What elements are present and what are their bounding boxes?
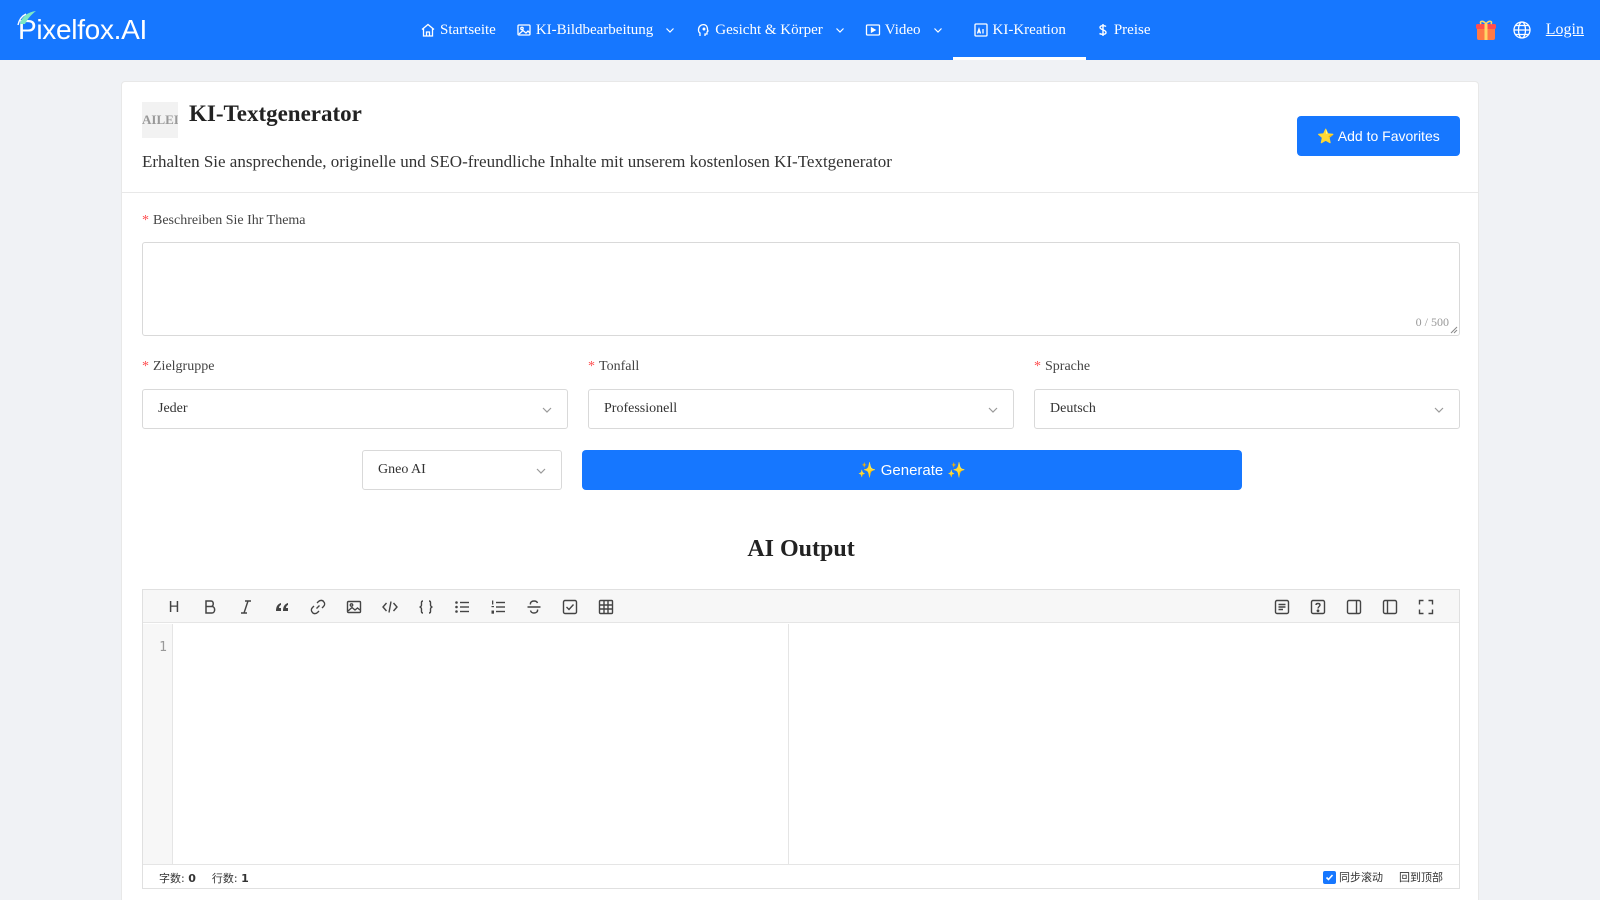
table-icon[interactable] xyxy=(597,598,615,616)
language-value: Deutsch xyxy=(1050,401,1096,416)
line-gutter: 1 xyxy=(143,624,173,864)
top-navbar: Pixelfox.AI Startseite KI-Bildbearbeitun… xyxy=(0,0,1600,60)
nav-item-startseite[interactable]: Startseite xyxy=(410,0,506,60)
fullscreen-icon[interactable] xyxy=(1417,598,1435,616)
tool-icon: AILEI xyxy=(142,102,178,138)
login-link[interactable]: Login xyxy=(1546,21,1584,39)
status-counts: 字数: 0 行数: 1 xyxy=(159,870,249,886)
strikethrough-icon[interactable] xyxy=(525,598,543,616)
topic-textarea[interactable]: 0 / 500 xyxy=(142,242,1460,336)
dollar-icon xyxy=(1098,24,1107,36)
unordered-list-icon[interactable] xyxy=(453,598,471,616)
tone-select[interactable]: Professionell xyxy=(588,389,1014,429)
audience-select[interactable]: Jeder xyxy=(142,389,568,429)
editor-only-icon[interactable] xyxy=(1273,598,1291,616)
chevron-down-icon xyxy=(666,28,675,33)
ai-creation-icon xyxy=(973,23,988,37)
main-nav: Startseite KI-Bildbearbeitung Gesicht & … xyxy=(410,0,1161,60)
chevron-down-icon xyxy=(933,28,942,33)
audience-value: Jeder xyxy=(158,401,188,416)
face-icon xyxy=(698,23,710,36)
logo[interactable]: Pixelfox.AI xyxy=(17,11,147,48)
nav-item-gesicht-koerper[interactable]: Gesicht & Körper xyxy=(685,0,854,60)
markdown-preview-pane xyxy=(790,624,1459,864)
code-icon[interactable] xyxy=(381,598,399,616)
nav-right: Login xyxy=(1474,0,1584,60)
split-view-icon[interactable] xyxy=(1381,598,1399,616)
nav-item-ki-kreation[interactable]: KI-Kreation xyxy=(952,0,1087,60)
chevron-down-icon xyxy=(835,28,844,33)
video-icon xyxy=(865,24,880,36)
link-icon[interactable] xyxy=(309,598,327,616)
page-subtitle: Erhalten Sie ansprechende, originelle un… xyxy=(142,152,892,171)
tone-label: * Tonfall xyxy=(588,359,640,374)
add-to-favorites-button[interactable]: ⭐ Add to Favorites xyxy=(1297,116,1460,156)
nav-item-preise[interactable]: Preise xyxy=(1086,0,1161,60)
output-title: AI Output xyxy=(747,536,855,562)
nav-label: Preise xyxy=(1113,21,1151,38)
language-label: * Sprache xyxy=(1034,359,1091,374)
topic-label: * Beschreiben Sie Ihr Thema xyxy=(142,213,306,228)
language-select[interactable]: Deutsch xyxy=(1034,389,1460,429)
char-counter: 0 / 500 xyxy=(1415,315,1449,329)
nav-label: KI-Bildbearbeitung xyxy=(535,21,654,38)
heading-icon[interactable]: H xyxy=(165,598,183,616)
chevron-down-icon xyxy=(1434,407,1444,413)
chevron-down-icon xyxy=(542,407,552,413)
quote-icon[interactable] xyxy=(273,598,291,616)
globe-icon[interactable] xyxy=(1512,20,1532,40)
help-icon[interactable] xyxy=(1309,598,1327,616)
markdown-editor: H 1 字数: 0 行数: 1 同步滚动 回到顶部 xyxy=(142,589,1460,889)
ordered-list-icon[interactable] xyxy=(489,598,507,616)
tool-card: AILEI KI-Textgenerator Erhalten Sie ansp… xyxy=(121,81,1479,900)
leaf-icon xyxy=(17,11,36,26)
image-icon xyxy=(517,24,531,36)
code-block-icon[interactable] xyxy=(417,598,435,616)
generate-button[interactable]: ✨ Generate ✨ xyxy=(582,450,1242,490)
tool-header: AILEI KI-Textgenerator Erhalten Sie ansp… xyxy=(122,82,1478,193)
resize-handle-icon[interactable] xyxy=(1450,326,1458,334)
nav-label: KI-Kreation xyxy=(992,21,1066,38)
page-title: KI-Textgenerator xyxy=(189,101,362,126)
back-to-top-link[interactable]: 回到顶部 xyxy=(1399,869,1443,885)
nav-label: Video xyxy=(884,21,921,38)
preview-only-icon[interactable] xyxy=(1345,598,1363,616)
gift-icon[interactable] xyxy=(1474,18,1498,42)
model-value: Gneo AI xyxy=(378,462,426,477)
status-actions: 同步滚动 回到顶部 xyxy=(1323,869,1443,885)
italic-icon[interactable] xyxy=(237,598,255,616)
line-number: 1 xyxy=(159,640,167,655)
char-count: 字数: 0 xyxy=(159,872,196,885)
tone-value: Professionell xyxy=(604,401,678,416)
home-icon xyxy=(421,23,435,37)
bold-icon[interactable] xyxy=(201,598,219,616)
chevron-down-icon xyxy=(988,407,998,413)
editor-statusbar: 字数: 0 行数: 1 同步滚动 回到顶部 xyxy=(143,864,1459,888)
nav-item-ki-bildbearbeitung[interactable]: KI-Bildbearbeitung xyxy=(506,0,685,60)
model-select[interactable]: Gneo AI xyxy=(362,450,562,490)
editor-toolbar: H xyxy=(143,590,1459,623)
chevron-down-icon xyxy=(536,468,546,474)
nav-label: Startseite xyxy=(440,21,496,38)
line-count: 行数: 1 xyxy=(211,872,249,885)
checkbox-checked-icon[interactable] xyxy=(1323,870,1336,884)
markdown-input-pane[interactable] xyxy=(174,624,789,864)
nav-label: Gesicht & Körper xyxy=(715,21,823,38)
image-icon[interactable] xyxy=(345,598,363,616)
checklist-icon[interactable] xyxy=(561,598,579,616)
sync-scroll-toggle[interactable]: 同步滚动 xyxy=(1323,869,1383,885)
nav-item-video[interactable]: Video xyxy=(855,0,953,60)
audience-label: * Zielgruppe xyxy=(142,359,215,374)
